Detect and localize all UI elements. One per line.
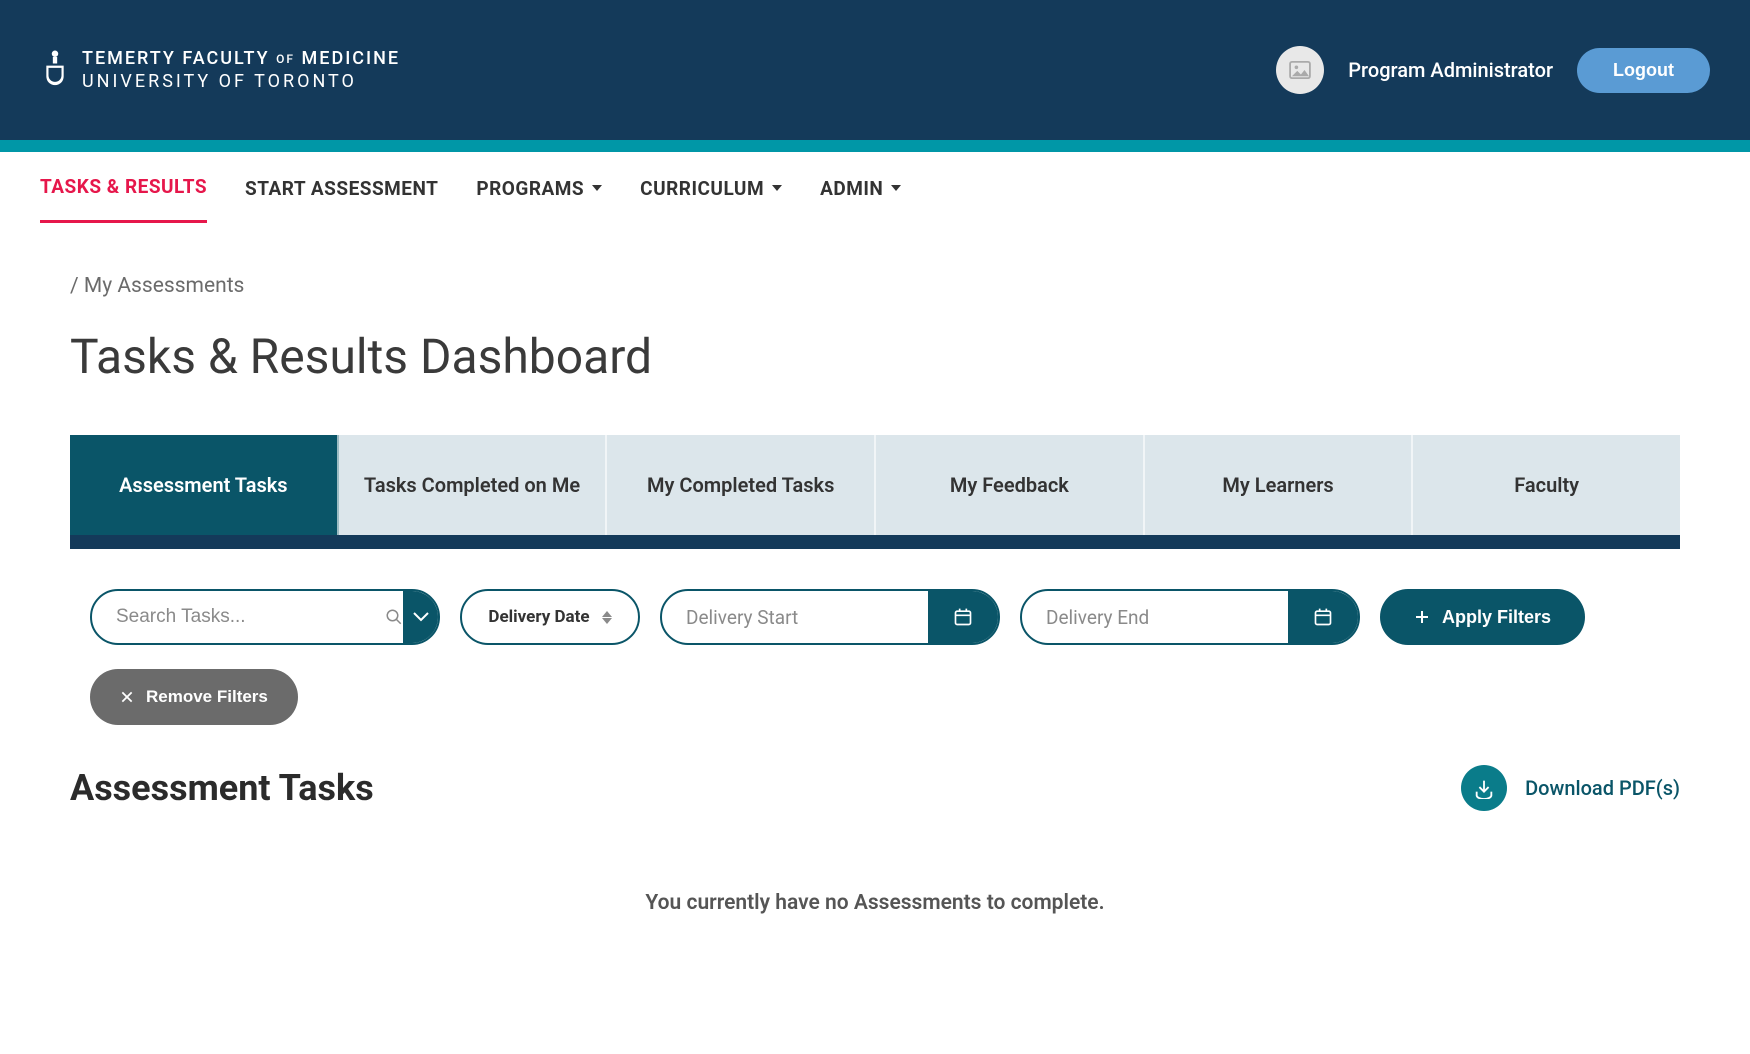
empty-state-message: You currently have no Assessments to com…	[70, 891, 1680, 915]
image-placeholder-icon	[1289, 61, 1311, 79]
section-title: Assessment Tasks	[70, 767, 374, 809]
search-input[interactable]	[92, 591, 385, 643]
tab-my-learners[interactable]: My Learners	[1145, 435, 1414, 535]
tab-tasks-completed-on-me[interactable]: Tasks Completed on Me	[339, 435, 608, 535]
logo[interactable]: TEMERTY FACULTY OF MEDICINE UNIVERSITY O…	[40, 44, 400, 96]
delivery-end-calendar-button[interactable]	[1288, 591, 1358, 643]
apply-filters-button[interactable]: Apply Filters	[1380, 589, 1585, 645]
crest-icon	[40, 44, 70, 96]
remove-filters-button[interactable]: Remove Filters	[90, 669, 298, 725]
accent-bar	[0, 140, 1750, 152]
delivery-start-control: Delivery Start	[660, 589, 1000, 645]
logout-button[interactable]: Logout	[1577, 48, 1710, 93]
delivery-date-sort[interactable]: Delivery Date	[460, 589, 640, 645]
logo-line1: TEMERTY FACULTY OF MEDICINE	[82, 48, 400, 69]
caret-down-icon	[592, 185, 602, 191]
tab-my-completed-tasks[interactable]: My Completed Tasks	[607, 435, 876, 535]
avatar[interactable]	[1276, 46, 1324, 94]
delivery-start-placeholder[interactable]: Delivery Start	[662, 606, 928, 629]
calendar-icon	[1313, 607, 1333, 627]
download-icon	[1461, 765, 1507, 811]
tab-underbar	[70, 535, 1680, 549]
sort-icon	[602, 611, 612, 624]
tab-faculty[interactable]: Faculty	[1413, 435, 1680, 535]
tab-my-feedback[interactable]: My Feedback	[876, 435, 1145, 535]
delivery-end-placeholder[interactable]: Delivery End	[1022, 606, 1288, 629]
nav-curriculum[interactable]: CURRICULUM	[640, 155, 782, 222]
nav-admin[interactable]: ADMIN	[820, 155, 901, 222]
main-nav: TASKS & RESULTS START ASSESSMENT PROGRAM…	[0, 152, 1750, 224]
delivery-end-control: Delivery End	[1020, 589, 1360, 645]
tab-assessment-tasks[interactable]: Assessment Tasks	[70, 435, 339, 535]
caret-down-icon	[891, 185, 901, 191]
nav-start-assessment[interactable]: START ASSESSMENT	[245, 155, 438, 222]
nav-programs[interactable]: PROGRAMS	[476, 155, 602, 222]
app-header: TEMERTY FACULTY OF MEDICINE UNIVERSITY O…	[0, 0, 1750, 140]
calendar-icon	[953, 607, 973, 627]
user-name[interactable]: Program Administrator	[1348, 58, 1553, 82]
nav-tasks-results[interactable]: TASKS & RESULTS	[40, 153, 207, 223]
chevron-down-icon	[413, 612, 429, 622]
dashboard-tabs: Assessment Tasks Tasks Completed on Me M…	[70, 435, 1680, 535]
filters-row: Delivery Date Delivery Start Delivery En…	[70, 589, 1680, 645]
caret-down-icon	[772, 185, 782, 191]
page-title: Tasks & Results Dashboard	[70, 328, 1680, 385]
search-icon	[385, 608, 403, 626]
breadcrumb[interactable]: / My Assessments	[70, 274, 1680, 298]
close-icon	[120, 690, 134, 704]
plus-icon	[1414, 609, 1430, 625]
download-label: Download PDF(s)	[1525, 776, 1680, 800]
logo-line2: UNIVERSITY OF TORONTO	[82, 71, 400, 92]
download-pdf-button[interactable]: Download PDF(s)	[1461, 765, 1680, 811]
search-tasks-control	[90, 589, 440, 645]
delivery-start-calendar-button[interactable]	[928, 591, 998, 643]
search-dropdown-toggle[interactable]	[403, 591, 438, 643]
